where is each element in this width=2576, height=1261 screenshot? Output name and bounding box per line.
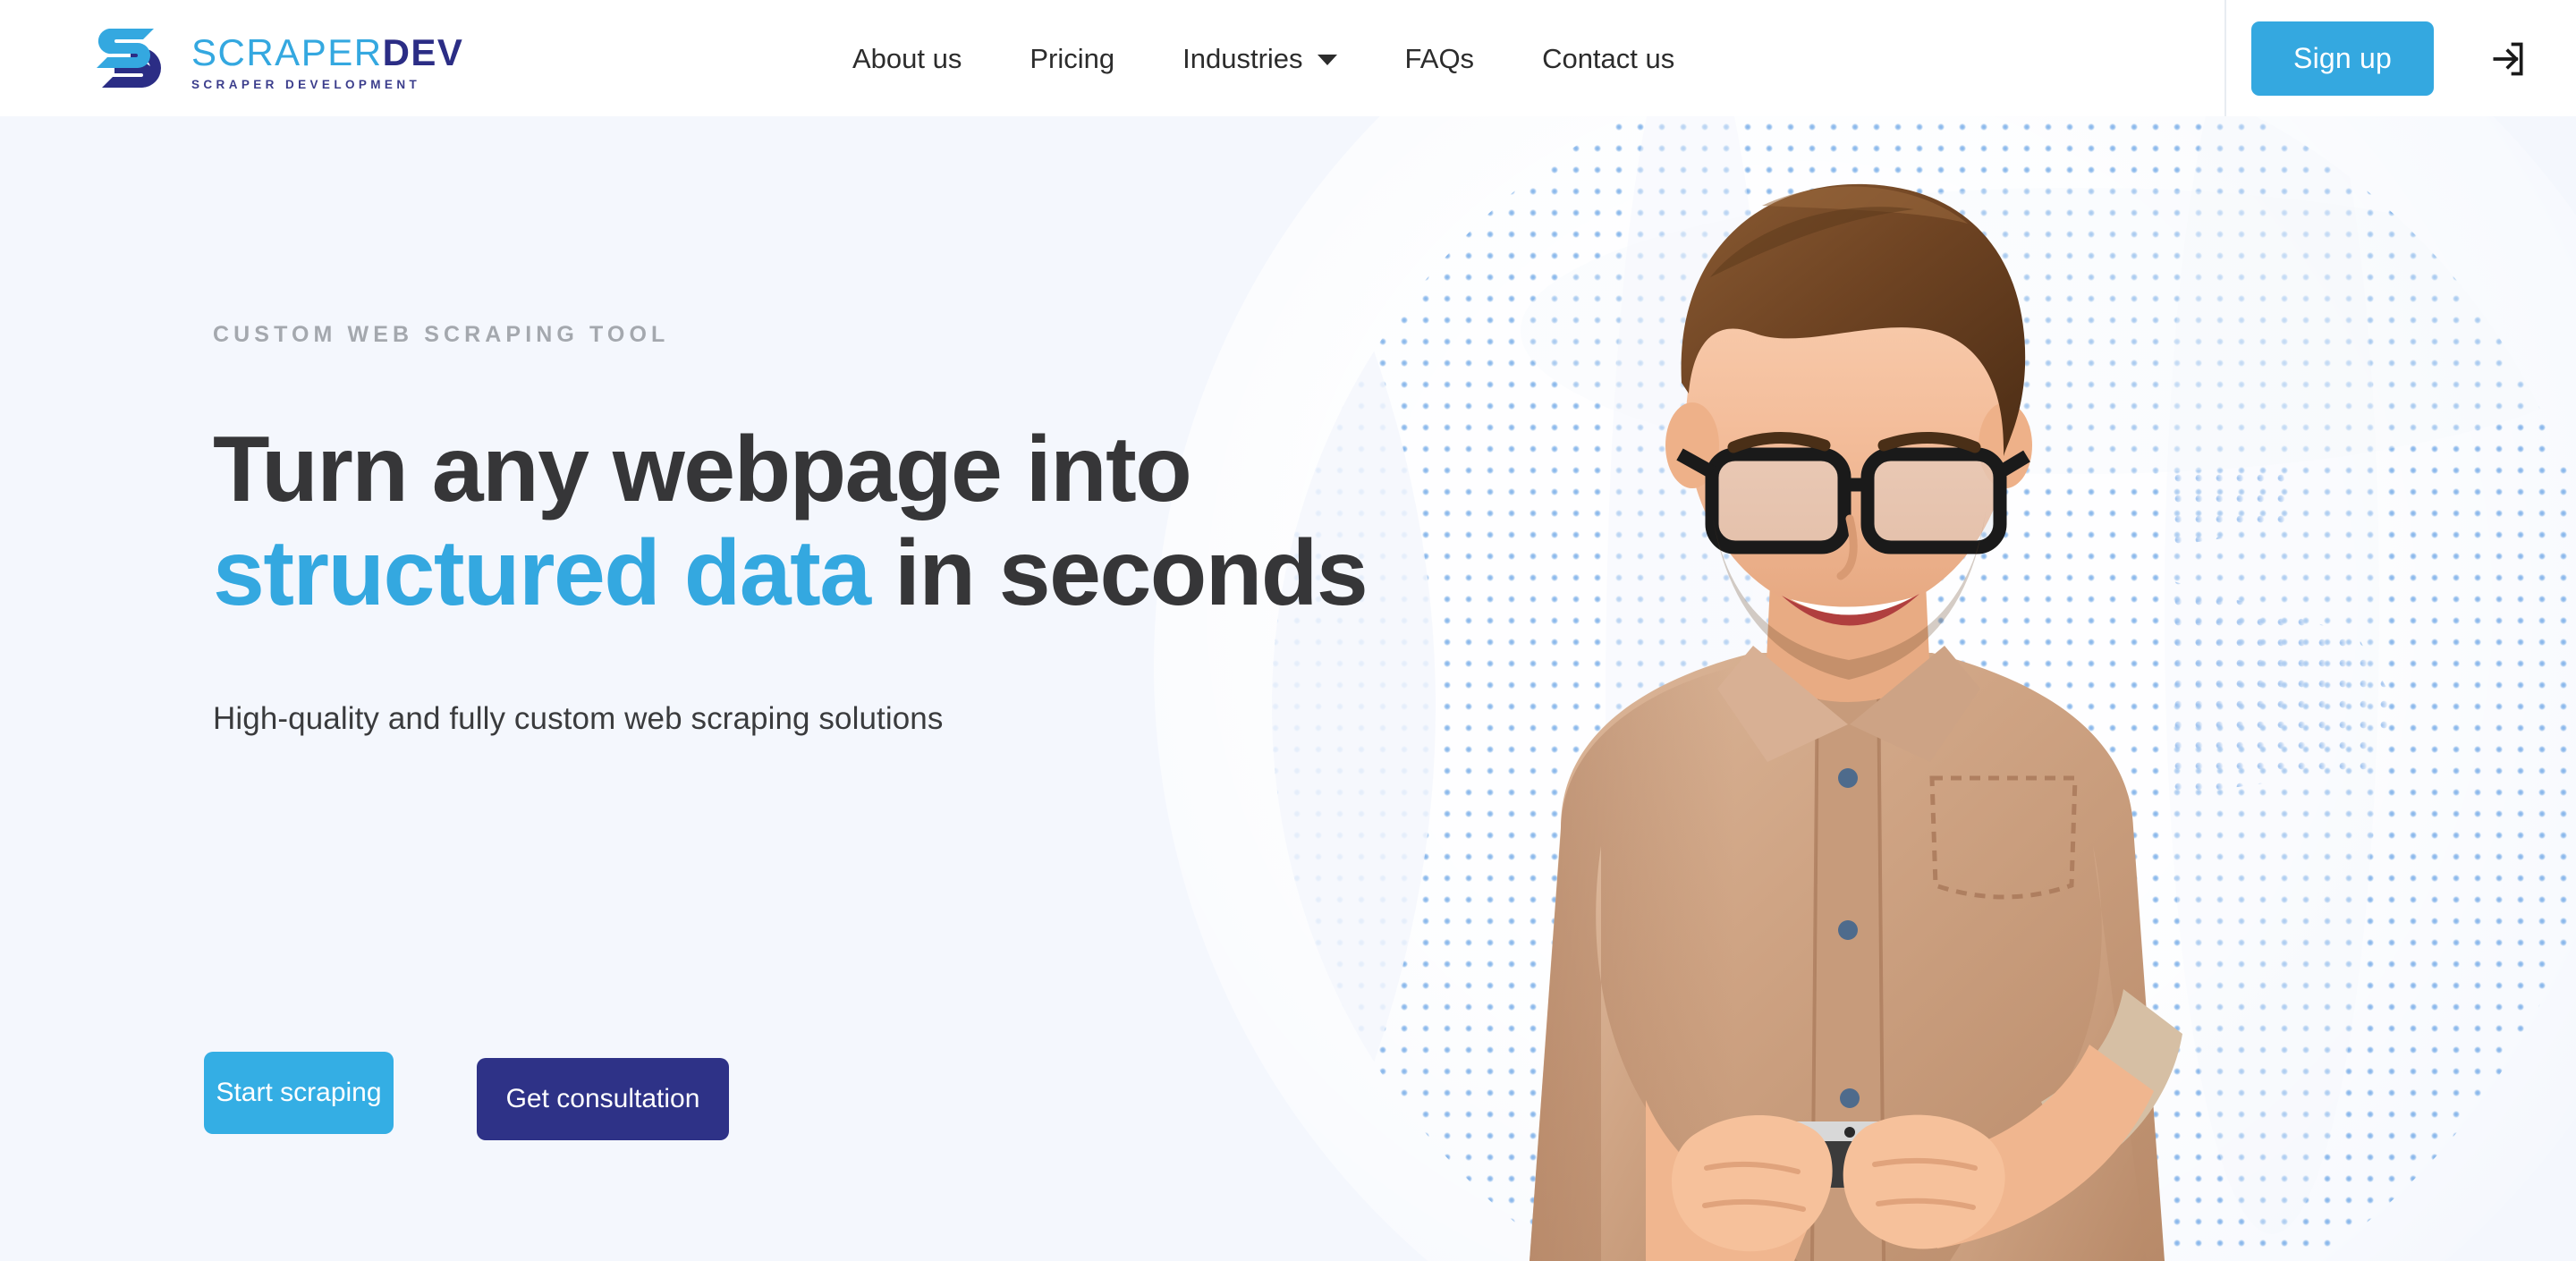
hero-headline: Turn any webpage into structured data in… bbox=[213, 418, 1402, 626]
nav-label: Contact us bbox=[1542, 42, 1675, 74]
site-header: SCRAPERDEV SCRAPER DEVELOPMENT About us … bbox=[0, 0, 2576, 116]
nav-label: FAQs bbox=[1404, 42, 1475, 74]
nav-item-about-us[interactable]: About us bbox=[818, 45, 996, 72]
logo-word-dev: DEV bbox=[382, 31, 464, 73]
logo[interactable]: SCRAPERDEV SCRAPER DEVELOPMENT bbox=[97, 29, 463, 91]
sign-up-button[interactable]: Sign up bbox=[2251, 21, 2434, 96]
nav-label: Industries bbox=[1182, 42, 1303, 74]
logo-wordmark: SCRAPERDEV bbox=[191, 31, 463, 73]
login-button[interactable] bbox=[2482, 34, 2534, 83]
main-navigation: About us Pricing Industries FAQs Contact… bbox=[818, 0, 1708, 116]
headline-accent: structured data bbox=[213, 521, 871, 626]
scraperdev-monogram-icon bbox=[97, 29, 161, 88]
nav-item-industries[interactable]: Industries bbox=[1148, 45, 1370, 72]
headline-part-1: Turn any webpage into bbox=[213, 418, 1192, 521]
logo-tagline: SCRAPER DEVELOPMENT bbox=[191, 78, 421, 91]
header-divider bbox=[2224, 0, 2226, 116]
nav-item-contact-us[interactable]: Contact us bbox=[1508, 45, 1708, 72]
logo-text: SCRAPERDEV SCRAPER DEVELOPMENT bbox=[191, 29, 463, 92]
hero-section: CUSTOM WEB SCRAPING TOOL Turn any webpag… bbox=[0, 116, 2576, 1261]
nav-item-faqs[interactable]: FAQs bbox=[1371, 45, 1509, 72]
hero-subheadline: High-quality and fully custom web scrapi… bbox=[213, 700, 944, 736]
dotted-accent-right bbox=[2174, 465, 2397, 796]
sign-in-arrow-icon bbox=[2493, 42, 2523, 75]
hero-eyebrow: CUSTOM WEB SCRAPING TOOL bbox=[213, 322, 670, 347]
logo-word-scraper: SCRAPER bbox=[191, 31, 383, 73]
nav-label: Pricing bbox=[1030, 42, 1115, 74]
hero-copy: CUSTOM WEB SCRAPING TOOL Turn any webpag… bbox=[213, 322, 1510, 737]
chevron-down-icon bbox=[1317, 55, 1337, 65]
start-scraping-button[interactable]: Start scraping bbox=[204, 1052, 394, 1134]
nav-item-pricing[interactable]: Pricing bbox=[996, 45, 1148, 72]
nav-label: About us bbox=[852, 42, 962, 74]
hero-cta-group: Start scraping Get consultation bbox=[204, 1049, 729, 1140]
get-consultation-button[interactable]: Get consultation bbox=[477, 1058, 729, 1140]
hero-photo-man-with-phone bbox=[1530, 183, 2182, 1261]
headline-part-2: in seconds bbox=[869, 521, 1368, 626]
